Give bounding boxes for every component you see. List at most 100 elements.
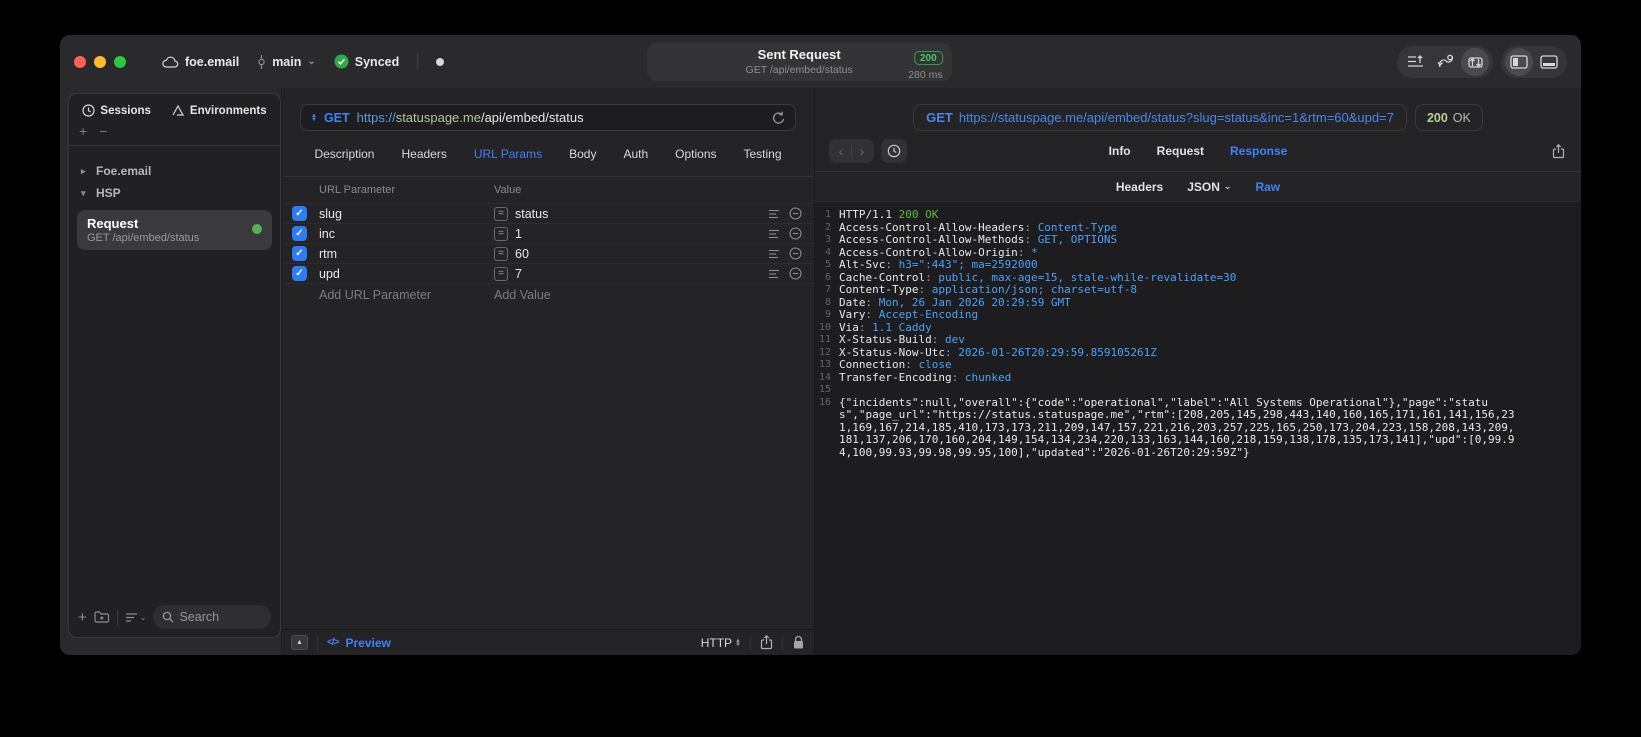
- add-session-button[interactable]: +: [79, 123, 87, 139]
- add-request-button[interactable]: +: [78, 609, 87, 626]
- tree-group-foe-email[interactable]: ▸ Foe.email: [77, 160, 272, 182]
- param-row: ✓ rtm = 60: [282, 243, 814, 263]
- sync-status[interactable]: Synced: [334, 54, 399, 69]
- add-param-row[interactable]: Add URL Parameter Add Value: [282, 283, 814, 305]
- response-body-code[interactable]: 1 HTTP/1.1 200 OK 2 Access-Control-Allow-He…: [815, 202, 1581, 655]
- row-options-icon[interactable]: [768, 269, 780, 279]
- search-placeholder: Search: [179, 610, 220, 624]
- subtab-json[interactable]: JSON ⌄: [1187, 180, 1231, 194]
- subtab-headers[interactable]: Headers: [1116, 180, 1163, 194]
- request-pane: ▲ ▼ GET https://statuspage.me/api/embed/s…: [281, 88, 815, 655]
- protocol-selector[interactable]: HTTP ▲ ▼: [701, 636, 741, 650]
- cloud-icon: [162, 56, 179, 68]
- param-value[interactable]: = status: [494, 206, 768, 221]
- param-name[interactable]: rtm: [319, 247, 494, 261]
- search-input[interactable]: Search: [153, 605, 271, 629]
- param-enabled-checkbox[interactable]: ✓: [292, 246, 307, 261]
- param-value-text[interactable]: 1: [515, 227, 522, 241]
- tab-testing[interactable]: Testing: [744, 147, 782, 161]
- param-value[interactable]: = 7: [494, 266, 768, 281]
- equals-icon: =: [494, 266, 508, 281]
- response-request-url[interactable]: GET https://statuspage.me/api/embed/stat…: [913, 104, 1407, 131]
- add-param-name-placeholder[interactable]: Add URL Parameter: [319, 288, 494, 302]
- tab-description[interactable]: Description: [314, 147, 374, 161]
- footer-divider: [750, 634, 751, 651]
- remove-param-icon[interactable]: [789, 267, 802, 280]
- tab-response[interactable]: Response: [1230, 144, 1287, 158]
- share-icon[interactable]: [760, 635, 773, 650]
- sent-request-pill[interactable]: Sent Request GET /api/embed/status 200 2…: [646, 43, 952, 81]
- preview-button[interactable]: </> Preview: [327, 636, 391, 650]
- tab-environments[interactable]: Environments: [171, 104, 267, 117]
- minimize-window-button[interactable]: [94, 55, 106, 68]
- layout-bottom-panel-button[interactable]: [1535, 48, 1563, 76]
- param-value[interactable]: = 1: [494, 226, 768, 241]
- param-name[interactable]: upd: [319, 267, 494, 281]
- request-url-bar[interactable]: ▲ ▼ GET https://statuspage.me/api/embed/s…: [300, 104, 796, 131]
- titlebar: foe.email main ⌄ Synced Sent Request GET…: [60, 35, 1581, 88]
- row-options-icon[interactable]: [768, 209, 780, 219]
- line-number: 4: [824, 246, 831, 258]
- tab-request[interactable]: Request: [1157, 144, 1204, 158]
- sent-request-title: Sent Request: [757, 47, 841, 63]
- lock-icon: [792, 635, 805, 650]
- rebase-button[interactable]: [1431, 48, 1459, 76]
- zoom-window-button[interactable]: [114, 55, 126, 68]
- tab-auth[interactable]: Auth: [623, 147, 648, 161]
- tab-body[interactable]: Body: [569, 147, 596, 161]
- new-folder-icon[interactable]: [94, 610, 110, 624]
- sidebar-request-item[interactable]: Request GET /api/embed/status: [77, 210, 272, 250]
- close-window-button[interactable]: [74, 55, 86, 68]
- tab-info[interactable]: Info: [1109, 144, 1131, 158]
- history-nav-group: ‹ ›: [829, 139, 874, 163]
- sort-list-button[interactable]: ⌄: [125, 612, 146, 623]
- project-menu[interactable]: foe.email: [162, 55, 239, 69]
- param-name[interactable]: slug: [319, 207, 494, 221]
- tab-headers[interactable]: Headers: [401, 147, 446, 161]
- tab-options[interactable]: Options: [675, 147, 716, 161]
- history-clock-button[interactable]: [881, 139, 907, 163]
- equals-icon: =: [494, 246, 508, 261]
- params-rows: ✓ slug = status ✓ inc = 1 ✓ rtm = 60 ✓ upd = 7: [282, 203, 814, 283]
- branch-selector[interactable]: main ⌄: [257, 54, 316, 69]
- send-receive-button[interactable]: [1461, 47, 1489, 76]
- sessions-tab-label: Sessions: [100, 104, 151, 117]
- footer-divider: [116, 609, 118, 625]
- param-row: ✓ slug = status: [282, 203, 814, 223]
- param-name[interactable]: inc: [319, 227, 494, 241]
- history-back-button[interactable]: ‹: [831, 140, 851, 162]
- tree-group-hsp[interactable]: ▾ HSP: [77, 182, 272, 204]
- sent-request-subtitle: GET /api/embed/status: [745, 63, 853, 76]
- param-enabled-checkbox[interactable]: ✓: [292, 206, 307, 221]
- param-enabled-checkbox[interactable]: ✓: [292, 266, 307, 281]
- request-item-subtitle: GET /api/embed/status: [87, 232, 200, 244]
- remove-param-icon[interactable]: [789, 247, 802, 260]
- remove-session-button[interactable]: −: [99, 123, 107, 139]
- row-options-icon[interactable]: [768, 229, 780, 239]
- param-value-text[interactable]: status: [515, 207, 548, 221]
- param-enabled-checkbox[interactable]: ✓: [292, 226, 307, 241]
- sequence-button[interactable]: [1401, 48, 1429, 76]
- line-number: 2: [824, 221, 831, 233]
- branch-icon: [257, 54, 266, 69]
- export-response-icon[interactable]: [1552, 143, 1565, 159]
- add-param-value-placeholder[interactable]: Add Value: [494, 288, 551, 302]
- expand-panel-button[interactable]: ▲: [291, 635, 308, 650]
- param-value-text[interactable]: 60: [515, 247, 529, 261]
- param-value[interactable]: = 60: [494, 246, 768, 261]
- subtab-raw[interactable]: Raw: [1255, 180, 1280, 194]
- environments-tab-label: Environments: [189, 104, 267, 117]
- request-method[interactable]: GET: [324, 111, 350, 125]
- param-value-text[interactable]: 7: [515, 267, 522, 281]
- layout-left-panel-button[interactable]: [1505, 47, 1533, 76]
- tab-sessions[interactable]: Sessions: [82, 104, 151, 117]
- history-forward-button[interactable]: ›: [852, 140, 872, 162]
- remove-param-icon[interactable]: [789, 207, 802, 220]
- method-stepper-icon[interactable]: ▲ ▼: [311, 113, 317, 123]
- tab-url-params[interactable]: URL Params: [474, 147, 542, 161]
- row-options-icon[interactable]: [768, 249, 780, 259]
- request-url[interactable]: https://statuspage.me/api/embed/status: [357, 110, 584, 125]
- remove-param-icon[interactable]: [789, 227, 802, 240]
- footer-divider: [782, 634, 783, 651]
- resend-request-icon[interactable]: [772, 111, 785, 125]
